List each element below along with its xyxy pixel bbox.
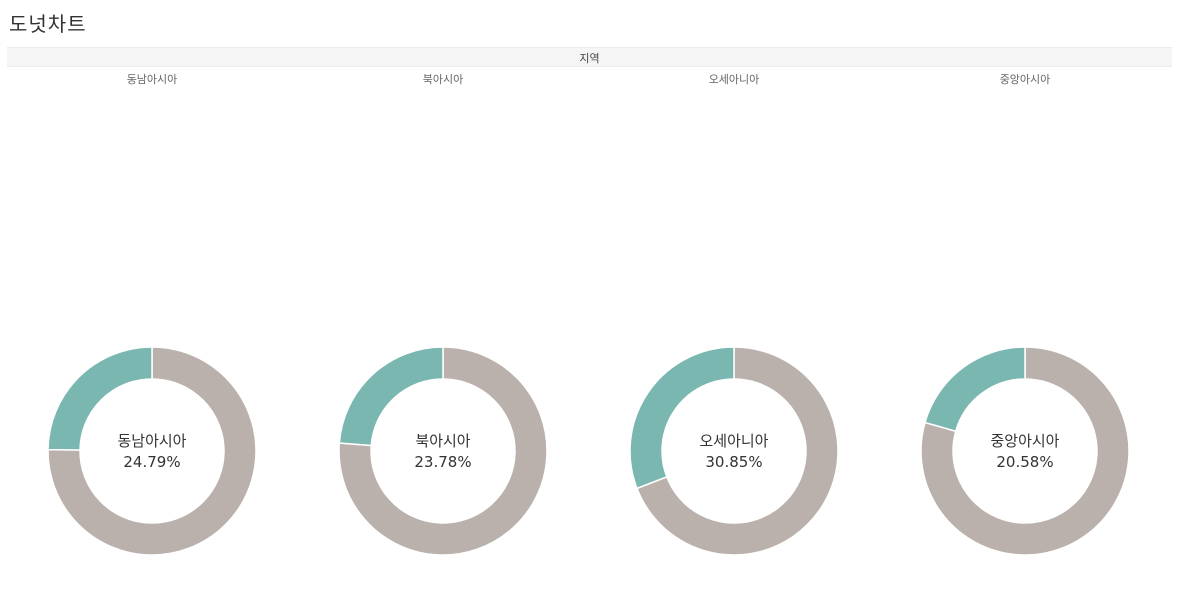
donut-center-label: 동남아시아 bbox=[117, 432, 186, 450]
donut-center-value: 23.78% bbox=[414, 453, 471, 471]
donut-slice-share[interactable] bbox=[924, 346, 1026, 433]
donut-center-label: 북아시아 bbox=[415, 432, 470, 450]
donut-oceania: 오세아니아 30.85% bbox=[629, 346, 839, 556]
donut-center-label: 중앙아시아 bbox=[990, 432, 1059, 450]
donut-charts: 동남아시아 24.79% 북아시아 23.78% 오세아니아 30.85% 중앙아시아 20.… bbox=[47, 346, 1130, 556]
donut-north-asia: 북아시아 23.78% bbox=[338, 346, 548, 556]
donut-center-label: 오세아니아 bbox=[699, 432, 768, 450]
donut-center-value: 24.79% bbox=[123, 453, 180, 471]
donut-southeast-asia: 동남아시아 24.79% bbox=[47, 346, 257, 556]
donut-central-asia: 중앙아시아 20.58% bbox=[920, 346, 1130, 556]
donut-slice-share[interactable] bbox=[338, 346, 444, 447]
donut-center-value: 20.58% bbox=[996, 453, 1053, 471]
donut-center-value: 30.85% bbox=[705, 453, 762, 471]
